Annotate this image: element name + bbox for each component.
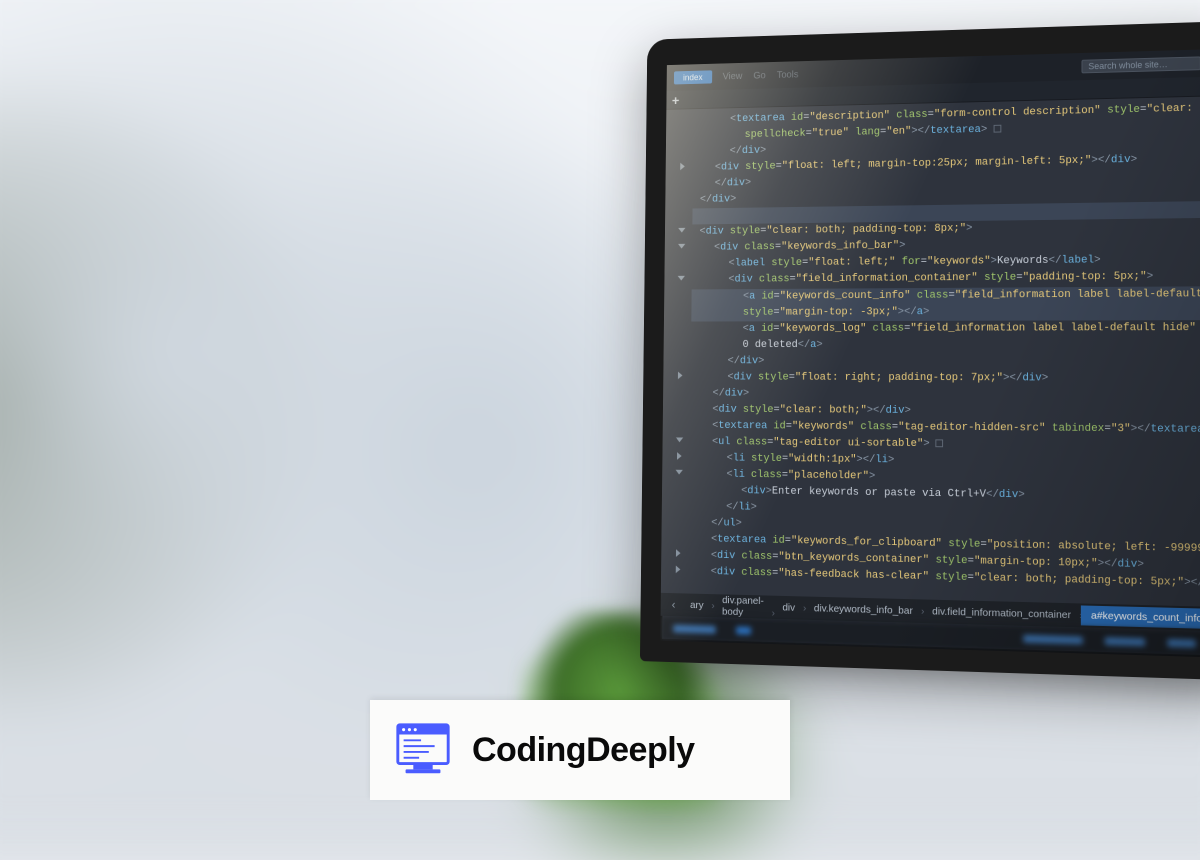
breadcrumb-item[interactable]: ary [681,595,713,615]
breadcrumb-item[interactable]: a#keywords_count_info.field_inform [1081,605,1200,630]
breadcrumb-item[interactable]: div.keywords_info_bar [804,598,922,621]
fold-icon[interactable] [676,566,681,574]
menu-item[interactable]: Tools [777,69,799,80]
code-line[interactable]: 0 deleted</a> [691,337,1200,354]
menu-item[interactable]: Go [753,70,765,81]
fold-icon[interactable] [678,371,683,379]
breadcrumb-item[interactable]: div.field_information_container [922,601,1081,625]
fold-icon[interactable] [678,276,685,281]
fold-icon[interactable] [678,244,685,249]
breadcrumb-item[interactable]: div [773,598,805,618]
code-line[interactable]: style="margin-top: -3px;"></a> [691,303,1200,321]
breadcrumb-back[interactable]: ‹ [666,598,681,612]
fold-icon[interactable] [676,550,681,558]
line-badge-icon [993,125,1001,133]
code-line[interactable]: <div style="float: right; padding-top: 7… [691,370,1200,388]
search-input[interactable]: Search whole site… [1081,56,1200,73]
line-badge-icon [935,439,943,447]
fold-icon[interactable] [675,470,682,475]
active-tab[interactable]: index [674,70,712,84]
fold-icon[interactable] [677,452,682,460]
fold-icon[interactable] [680,163,685,171]
brand-card: CodingDeeply [370,700,790,800]
code-line[interactable]: </div> [691,353,1200,370]
code-line[interactable]: <a id="keywords_log" class="field_inform… [691,320,1200,338]
brand-logo-icon [392,719,454,781]
laptop: index View Go Tools Search whole site… +… [620,18,1200,678]
new-tab-button[interactable]: + [672,92,680,107]
brand-name: CodingDeeply [472,731,695,770]
screen: index View Go Tools Search whole site… +… [640,21,1200,681]
fold-icon[interactable] [676,437,683,442]
fold-icon[interactable] [678,228,685,233]
code-editor[interactable]: <textarea id="description" class="form-c… [661,96,1200,606]
menu-item[interactable]: View [723,71,743,82]
